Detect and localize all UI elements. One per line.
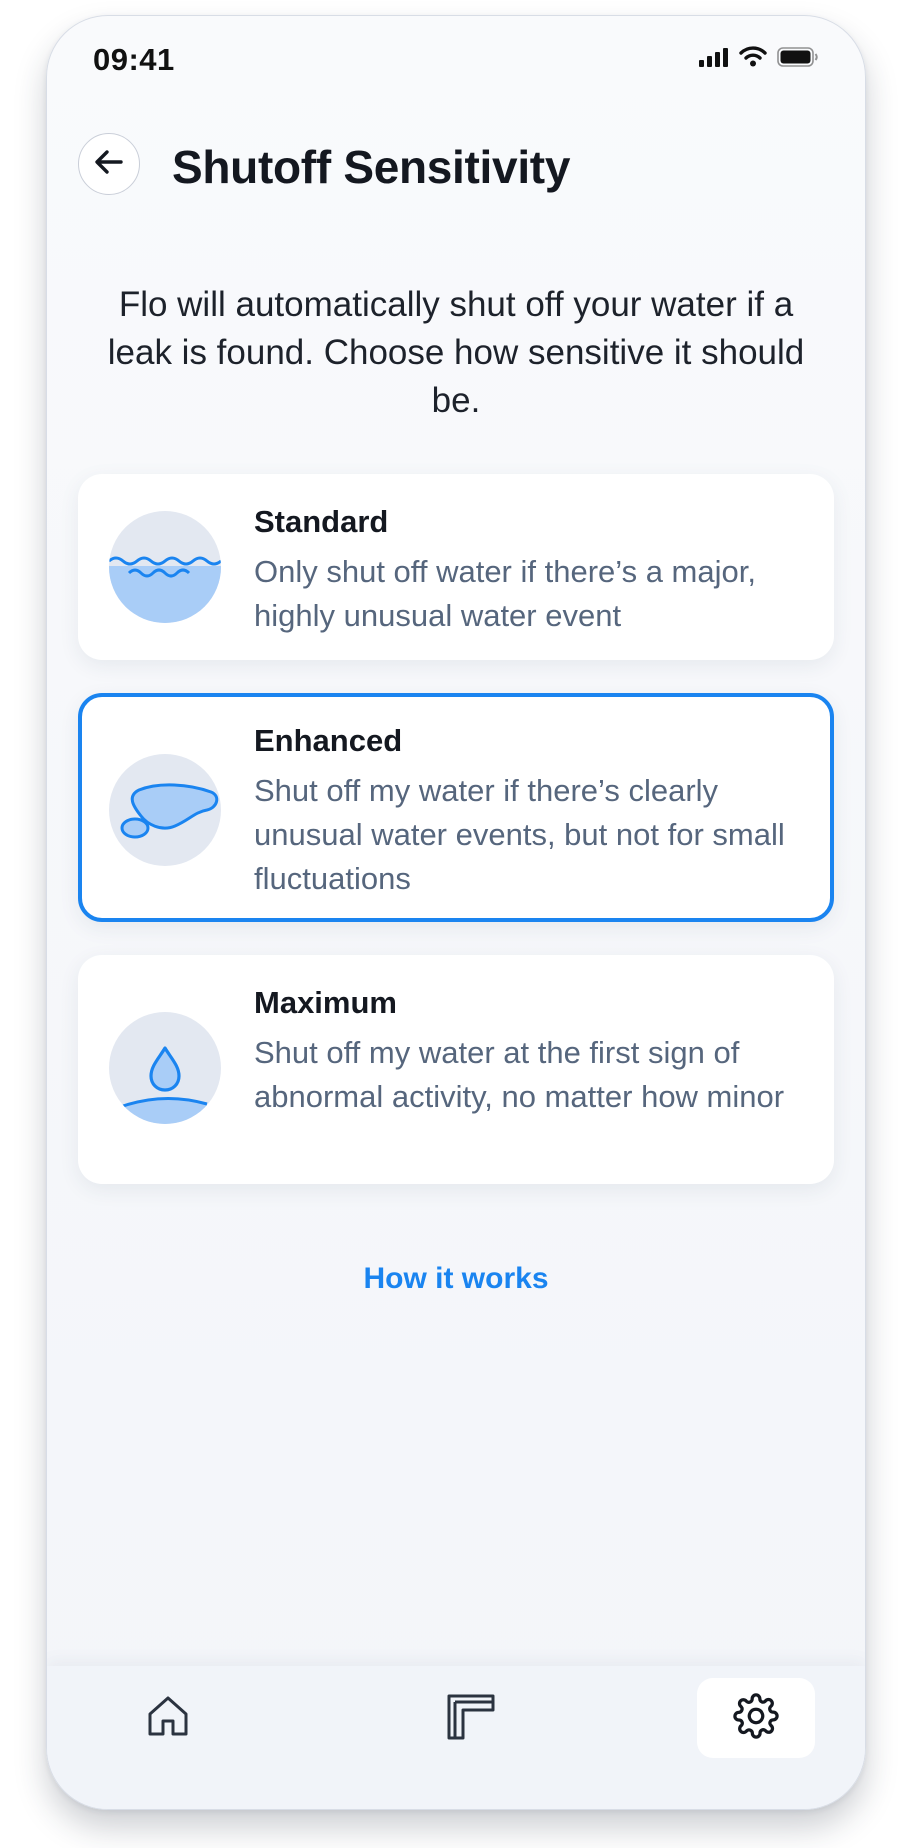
gear-icon [733,1692,779,1744]
arrow-left-icon [93,148,125,181]
signal-icon [699,47,729,72]
battery-icon [777,46,819,72]
page-title: Shutoff Sensitivity [172,141,571,193]
tab-settings[interactable] [697,1678,815,1758]
tab-home[interactable] [109,1678,227,1758]
back-button[interactable] [78,133,140,195]
option-description: Shut off my water if there’s clearly unu… [254,773,785,896]
option-description: Shut off my water at the first sign of a… [254,1035,785,1114]
option-standard[interactable]: Standard Only shut off water if there’s … [78,474,834,660]
status-icons [699,46,819,72]
status-time: 09:41 [93,42,175,77]
water-waves-icon [109,511,221,623]
option-name: Enhanced [254,723,403,758]
option-enhanced[interactable]: Enhanced Shut off my water if there’s cl… [78,693,834,922]
status-bar: 09:41 [47,16,865,106]
water-drop-icon [109,1012,221,1124]
option-description: Only shut off water if there’s a major, … [254,554,756,633]
option-name: Standard [254,504,389,539]
home-icon [144,1692,192,1745]
wifi-icon [739,46,767,72]
device-icon [445,1690,497,1747]
option-name: Maximum [254,985,397,1020]
intro-text: Flo will automatically shut off your wat… [107,285,805,420]
how-it-works-link[interactable]: How it works [47,1262,865,1296]
tab-device[interactable] [412,1678,530,1758]
option-maximum[interactable]: Maximum Shut off my water at the first s… [78,955,834,1184]
tab-bar [47,1666,865,1809]
water-puddle-icon [109,754,221,866]
phone-screen: 09:41 Shutoff Sensitivity Flo will autom… [46,15,866,1810]
